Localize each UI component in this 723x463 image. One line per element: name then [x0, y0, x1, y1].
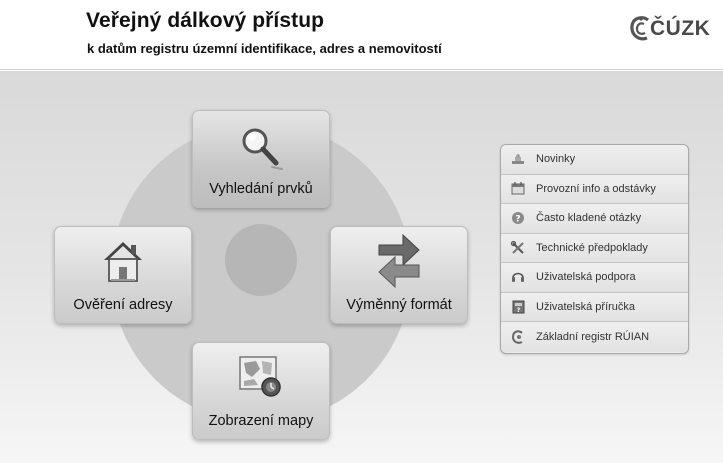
menu-item-ruian-registry[interactable]: Základní registr RÚIAN: [501, 322, 688, 352]
question-icon: ?: [510, 210, 526, 226]
menu-item-user-manual[interactable]: ? Uživatelská příručka: [501, 292, 688, 322]
logo-text: ČÚZK: [650, 17, 711, 40]
exchange-arrows-icon: [377, 231, 421, 294]
header: Veřejný dálkový přístup k datům registru…: [0, 0, 723, 70]
map-display-tile[interactable]: Zobrazení mapy: [192, 342, 330, 440]
menu-item-label: Novinky: [536, 153, 576, 166]
exchange-format-label: Výměnný formát: [346, 297, 452, 313]
menu-item-label: Technické předpoklady: [536, 241, 648, 254]
address-verification-tile[interactable]: Ověření adresy: [54, 226, 192, 324]
menu-item-label: Provozní info a odstávky: [536, 182, 656, 195]
menu-item-operations-info[interactable]: Provozní info a odstávky: [501, 174, 688, 204]
svg-text:?: ?: [515, 215, 520, 225]
news-icon: [510, 151, 526, 167]
exchange-format-tile[interactable]: Výměnný formát: [330, 226, 468, 324]
registry-icon: [510, 329, 526, 345]
search-elements-label: Vyhledání prvků: [209, 181, 313, 197]
cuzk-logo[interactable]: ČÚZK: [629, 15, 710, 43]
address-verification-label: Ověření adresy: [73, 297, 173, 313]
map-icon: [238, 355, 284, 404]
book-icon: ?: [510, 299, 526, 315]
search-elements-tile[interactable]: Vyhledání prvků: [192, 110, 330, 208]
menu-item-label: Základní registr RÚIAN: [536, 330, 650, 343]
menu-item-label: Uživatelská podpora: [536, 271, 636, 284]
info-menu: Novinky Provozní info a odstávky ? Často…: [500, 144, 689, 354]
tools-icon: [510, 240, 526, 256]
page-title: Veřejný dálkový přístup: [86, 9, 325, 32]
map-display-label: Zobrazení mapy: [208, 413, 314, 429]
page-subtitle: k datům registru územní identifikace, ad…: [87, 41, 442, 56]
navigation-hub: [225, 224, 297, 296]
svg-text:?: ?: [516, 307, 520, 314]
menu-item-faq[interactable]: ? Často kladené otázky: [501, 204, 688, 234]
menu-item-label: Uživatelská příručka: [536, 300, 636, 313]
menu-item-news[interactable]: Novinky: [501, 145, 688, 175]
menu-item-tech-requirements[interactable]: Technické předpoklady: [501, 233, 688, 263]
house-icon: [102, 239, 144, 288]
menu-item-user-support[interactable]: Uživatelská podpora: [501, 263, 688, 293]
magnifier-icon: [238, 125, 284, 176]
menu-item-label: Často kladené otázky: [536, 212, 642, 225]
calendar-icon: [510, 181, 526, 197]
headset-icon: [510, 269, 526, 285]
